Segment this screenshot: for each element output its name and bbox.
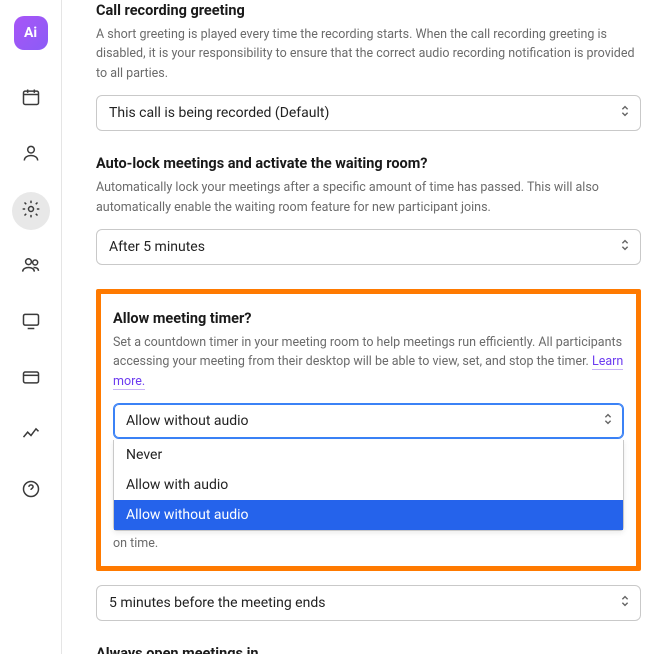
app-logo: Ai: [14, 16, 48, 50]
select-value: After 5 minutes: [109, 239, 205, 255]
nav-display[interactable]: [12, 304, 50, 342]
trend-icon: [21, 423, 41, 447]
greeting-select[interactable]: This call is being recorded (Default): [96, 95, 641, 131]
people-icon: [21, 255, 41, 279]
nav-help[interactable]: [12, 472, 50, 510]
highlight-allow-meeting-timer: Allow meeting timer? Set a countdown tim…: [96, 289, 641, 571]
section-desc: Automatically lock your meetings after a…: [96, 178, 641, 217]
timer-dropdown: Never Allow with audio Allow without aud…: [113, 440, 624, 531]
sidebar: Ai: [0, 0, 62, 654]
card-icon: [21, 367, 41, 391]
nav-user[interactable]: [12, 136, 50, 174]
section-title: Allow meeting timer?: [113, 310, 624, 327]
timer-option-allow-without-audio[interactable]: Allow without audio: [114, 500, 623, 530]
timer-option-never[interactable]: Never: [114, 440, 623, 470]
select-value: 5 minutes before the meeting ends: [109, 595, 325, 611]
nav-analytics[interactable]: [12, 416, 50, 454]
monitor-icon: [21, 311, 41, 335]
calendar-icon: [21, 87, 41, 111]
timer-select[interactable]: Allow without audio Never Allow with aud…: [113, 403, 624, 439]
section-desc: Set a countdown timer in your meeting ro…: [113, 333, 624, 391]
section-call-recording-greeting: Call recording greeting A short greeting…: [96, 2, 641, 131]
section-desc: A short greeting is played every time th…: [96, 25, 641, 83]
select-value: This call is being recorded (Default): [109, 105, 329, 121]
section-title: Always open meetings in: [96, 645, 641, 654]
nav-people[interactable]: [12, 248, 50, 286]
settings-panel: Call recording greeting A short greeting…: [62, 0, 665, 654]
user-icon: [21, 143, 41, 167]
nav-calendar[interactable]: [12, 80, 50, 118]
timer-option-allow-with-audio[interactable]: Allow with audio: [114, 470, 623, 500]
section-autolock: Auto-lock meetings and activate the wait…: [96, 155, 641, 265]
desc-text: Set a countdown timer in your meeting ro…: [113, 335, 622, 369]
help-icon: [21, 479, 41, 503]
section-title: Auto-lock meetings and activate the wait…: [96, 155, 641, 172]
section-title: Call recording greeting: [96, 2, 641, 19]
section-reminder: 5 minutes before the meeting ends: [96, 585, 641, 621]
section-open-in: Always open meetings in Set between the …: [96, 645, 641, 654]
gear-icon: [21, 199, 41, 223]
reminder-select[interactable]: 5 minutes before the meeting ends: [96, 585, 641, 621]
autolock-select[interactable]: After 5 minutes: [96, 229, 641, 265]
select-value: Allow without audio: [126, 413, 249, 429]
nav-settings[interactable]: [12, 192, 50, 230]
nav-billing[interactable]: [12, 360, 50, 398]
